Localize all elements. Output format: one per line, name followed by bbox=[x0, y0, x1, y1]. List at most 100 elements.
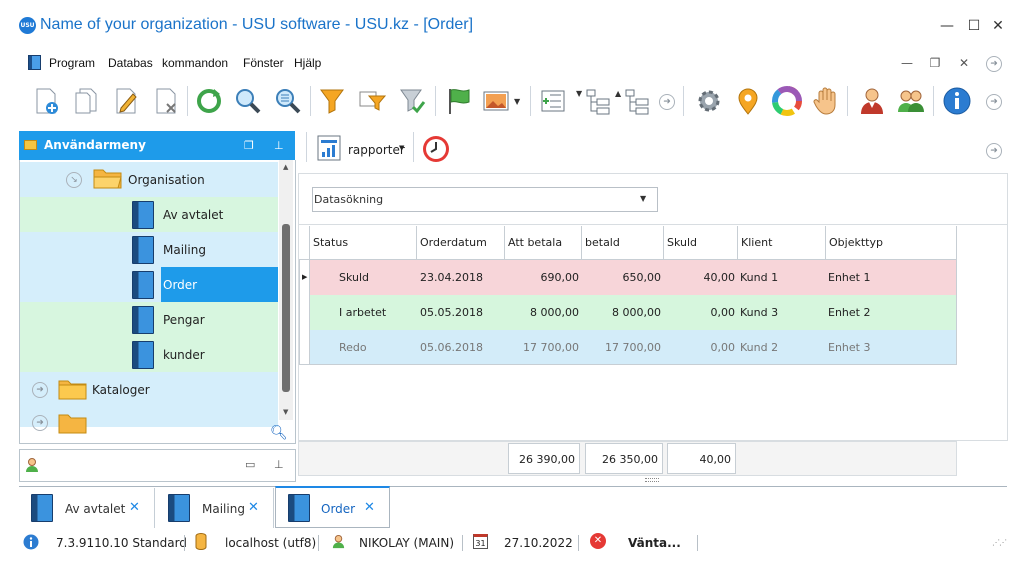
menu-program[interactable]: Program bbox=[49, 56, 95, 70]
refresh-icon bbox=[197, 89, 221, 113]
table-row[interactable]: ▶ Skuld 23.04.2018 690,00 650,00 40,00 K… bbox=[299, 260, 957, 295]
folder-icon bbox=[58, 414, 87, 434]
menu-fonster[interactable]: Fönster bbox=[243, 56, 284, 70]
location-button[interactable] bbox=[732, 84, 764, 118]
add-group-button[interactable] bbox=[537, 84, 569, 118]
close-tab-icon[interactable]: ✕ bbox=[129, 500, 140, 515]
window-close-button[interactable]: ✕ bbox=[986, 14, 1010, 38]
total-paid: 26 350,00 bbox=[585, 443, 663, 474]
expand-arrow-icon[interactable]: ➜ bbox=[986, 56, 1002, 72]
report-bar-overflow-icon[interactable]: ➜ bbox=[986, 143, 1002, 159]
column-header-att-betala[interactable]: Att betala bbox=[505, 226, 582, 260]
color-wheel-icon bbox=[772, 86, 802, 116]
tree-item-av-avtalet[interactable]: Av avtalet bbox=[20, 197, 278, 232]
info-button[interactable] bbox=[941, 84, 973, 118]
filter-by-value-button[interactable] bbox=[356, 84, 388, 118]
tree-item-organisation[interactable]: ↘ Organisation bbox=[20, 162, 278, 197]
close-tab-icon[interactable]: ✕ bbox=[364, 500, 375, 515]
column-header-klient[interactable]: Klient bbox=[738, 226, 826, 260]
collapse-node-icon[interactable]: ↘ bbox=[66, 172, 82, 188]
search-icon[interactable]: 🔍︎ bbox=[270, 425, 288, 441]
clock-icon[interactable] bbox=[421, 134, 451, 164]
splitter-grip[interactable] bbox=[645, 478, 659, 482]
version-text: 7.3.9110.10 Standard bbox=[56, 536, 187, 550]
folder-icon bbox=[58, 380, 87, 400]
scroll-up-icon[interactable]: ▲ bbox=[283, 163, 288, 171]
expand-node-icon[interactable]: ➜ bbox=[32, 415, 48, 431]
resize-grip-icon[interactable]: ⋰⋰ bbox=[992, 538, 1007, 547]
delete-button[interactable] bbox=[150, 84, 182, 118]
mdi-close-button[interactable]: ✕ bbox=[955, 55, 973, 71]
scroll-down-icon[interactable]: ▼ bbox=[283, 408, 288, 416]
toolbar-separator bbox=[413, 132, 414, 162]
mdi-restore-button[interactable]: ❐ bbox=[926, 55, 944, 71]
menu-databas[interactable]: Databas bbox=[108, 56, 153, 70]
tree-item-order[interactable]: Order bbox=[20, 267, 278, 302]
menu-kommandon[interactable]: kommandon bbox=[162, 56, 228, 70]
tab-order[interactable]: Order ✕ bbox=[275, 486, 390, 528]
picture-icon bbox=[483, 91, 509, 111]
column-header-objekttyp[interactable]: Objekttyp bbox=[826, 226, 957, 260]
user-button[interactable] bbox=[856, 84, 888, 118]
data-search-placeholder: Datasökning bbox=[314, 193, 384, 206]
users-button[interactable] bbox=[895, 84, 927, 118]
hand-button[interactable] bbox=[810, 84, 842, 118]
panel-restore-icon[interactable]: ▭ bbox=[245, 458, 255, 471]
book-icon bbox=[132, 236, 154, 264]
close-tab-icon[interactable]: ✕ bbox=[248, 500, 259, 515]
flag-button[interactable] bbox=[442, 84, 474, 118]
tree-item-pengar[interactable]: Pengar bbox=[20, 302, 278, 337]
map-pin-icon bbox=[738, 88, 758, 115]
tab-mailing[interactable]: Mailing ✕ bbox=[156, 488, 274, 528]
cell-to-pay: 17 700,00 bbox=[523, 341, 579, 354]
column-header-skuld[interactable]: Skuld bbox=[664, 226, 738, 260]
dropdown-arrow-icon[interactable]: ▼ bbox=[514, 97, 520, 106]
panel-restore-icon[interactable]: ❐ bbox=[244, 139, 254, 152]
magnifier-icon bbox=[236, 89, 261, 114]
settings-button[interactable] bbox=[693, 84, 725, 118]
dropdown-arrow-icon[interactable]: ▼ bbox=[399, 144, 404, 152]
window-maximize-button[interactable]: ☐ bbox=[962, 14, 986, 38]
copy-icon bbox=[75, 88, 97, 114]
panel-pin-icon[interactable]: ⊥ bbox=[274, 139, 284, 152]
reports-dropdown-button[interactable]: rapporter bbox=[348, 143, 405, 157]
color-button[interactable] bbox=[771, 84, 803, 118]
image-button[interactable] bbox=[480, 84, 512, 118]
edit-button[interactable] bbox=[110, 84, 142, 118]
tree-item-kataloger[interactable]: ➜ Kataloger bbox=[20, 372, 278, 407]
more-arrow-icon[interactable]: ➜ bbox=[659, 94, 675, 110]
expand-tree-button[interactable] bbox=[582, 84, 614, 118]
clear-filter-button[interactable] bbox=[396, 84, 428, 118]
tree-item-kunder[interactable]: kunder bbox=[20, 337, 278, 372]
table-row[interactable]: Redo 05.06.2018 17 700,00 17 700,00 0,00… bbox=[299, 330, 957, 365]
chevron-down-icon[interactable]: ▼ bbox=[640, 194, 646, 203]
expand-node-icon[interactable]: ➜ bbox=[32, 382, 48, 398]
tree-item-label: Mailing bbox=[163, 243, 206, 257]
toolbar-overflow-icon[interactable]: ➜ bbox=[986, 94, 1002, 110]
tree-item-mailing[interactable]: Mailing bbox=[20, 232, 278, 267]
cell-paid: 17 700,00 bbox=[605, 341, 661, 354]
book-icon bbox=[132, 306, 154, 334]
column-header-betald[interactable]: betald bbox=[582, 226, 664, 260]
window-minimize-button[interactable]: — bbox=[935, 14, 959, 38]
panel-pin-icon[interactable]: ⊥ bbox=[274, 458, 284, 471]
cell-status: Skuld bbox=[339, 271, 370, 284]
collapse-tree-button[interactable] bbox=[621, 84, 653, 118]
scrollbar-thumb[interactable] bbox=[282, 224, 290, 392]
advanced-search-button[interactable] bbox=[271, 84, 303, 118]
app-logo-icon: USU bbox=[19, 17, 36, 34]
copy-button[interactable] bbox=[70, 84, 102, 118]
add-record-button[interactable] bbox=[30, 84, 62, 118]
refresh-button[interactable] bbox=[193, 84, 225, 118]
filter-button[interactable] bbox=[316, 84, 348, 118]
column-header-orderdatum[interactable]: Orderdatum bbox=[417, 226, 505, 260]
mdi-minimize-button[interactable]: — bbox=[898, 55, 916, 71]
toolbar-separator bbox=[187, 86, 188, 116]
search-button[interactable] bbox=[232, 84, 264, 118]
book-icon bbox=[288, 494, 310, 522]
table-row[interactable]: I arbetet 05.05.2018 8 000,00 8 000,00 0… bbox=[299, 295, 957, 330]
tab-av-avtalet[interactable]: Av avtalet ✕ bbox=[19, 488, 155, 528]
report-icon bbox=[317, 135, 341, 161]
column-header-status[interactable]: Status bbox=[310, 226, 417, 260]
menu-hjalp[interactable]: Hjälp bbox=[294, 56, 321, 70]
